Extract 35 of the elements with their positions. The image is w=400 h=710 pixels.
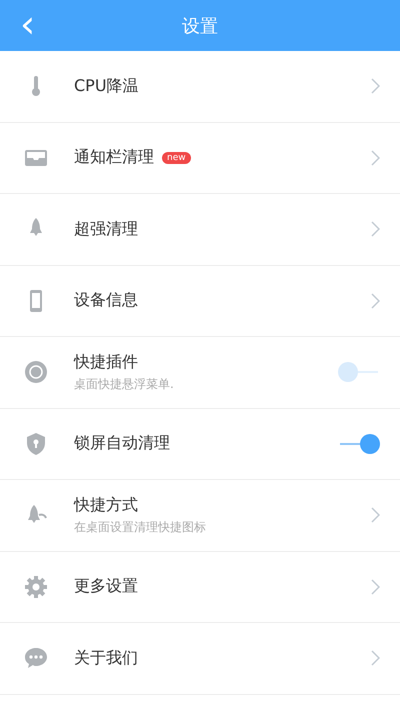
item-subtitle: 在桌面设置清理快捷图标 [74, 518, 207, 536]
settings-item[interactable]: 快捷插件 桌面快捷悬浮菜单. [0, 337, 400, 408]
settings-item[interactable]: 设备信息 [0, 266, 400, 337]
chevron-icon [370, 221, 380, 238]
chevron-icon [370, 150, 380, 166]
settings-item[interactable]: 超强清理 [0, 194, 400, 266]
settings-item[interactable]: CPU降温 [0, 51, 400, 122]
item-label: 超强清理 [74, 218, 138, 240]
chevron-icon [370, 650, 380, 666]
item-label: 快捷方式 [74, 494, 138, 516]
chevron-icon [370, 578, 380, 595]
settings-item[interactable]: 更多设置 [0, 552, 400, 623]
item-subtitle: 桌面快捷悬浮菜单. [74, 376, 175, 393]
settings-item[interactable]: 锁屏自动清理 [0, 408, 400, 480]
chevron-icon [370, 507, 380, 524]
page-title: 设置 [182, 14, 218, 38]
toggle-switch[interactable] [338, 432, 380, 455]
toggle-switch[interactable] [338, 361, 380, 384]
settings-item[interactable]: 通知栏清理 new [0, 122, 400, 194]
gear-icon [24, 574, 48, 599]
item-label: 更多设置 [74, 576, 138, 598]
settings-item[interactable]: 关于我们 [0, 623, 400, 694]
item-label: CPU降温 [74, 76, 139, 97]
circle-icon [24, 360, 48, 384]
item-label: 通知栏清理 [74, 147, 154, 168]
settings-item[interactable]: 快捷方式 在桌面设置清理快捷图标 [0, 480, 400, 552]
chevron-icon [370, 292, 380, 309]
shield-icon [24, 432, 48, 456]
chat-icon [24, 646, 48, 670]
item-label: 设备信息 [74, 290, 138, 312]
chevron-icon [370, 78, 380, 94]
item-label: 关于我们 [74, 648, 138, 669]
new-badge: new [162, 152, 191, 164]
item-label: 锁屏自动清理 [74, 433, 170, 454]
item-label: 快捷插件 [74, 352, 138, 373]
